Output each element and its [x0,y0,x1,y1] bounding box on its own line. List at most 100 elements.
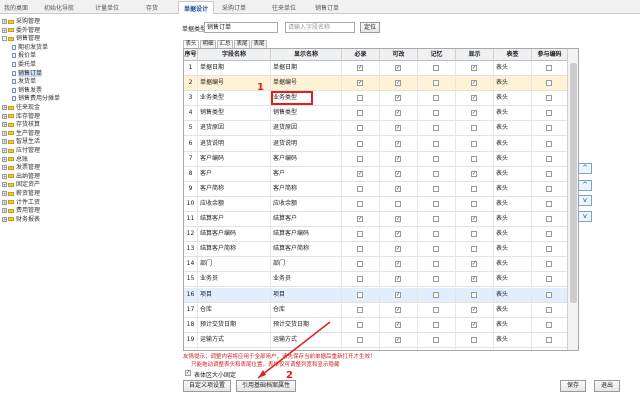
cell-display[interactable]: 客户编码 [271,151,342,166]
checkbox-edit[interactable]: ✓ [395,216,401,222]
tree-item[interactable]: 销售费用分摊单 [12,95,60,103]
checkbox-show[interactable] [471,200,477,207]
cell-display[interactable]: 业务员 [271,272,342,287]
tree-item[interactable]: + 薪资管理 [2,190,40,198]
table-row[interactable]: 12 结算客户编码 结算客户编码 ✓ 表头 [184,227,568,243]
tree-item[interactable]: 发货单 [12,78,36,86]
move-down-button[interactable]: v [578,195,592,206]
checkbox-code[interactable] [546,336,552,343]
checkbox-req[interactable] [357,231,363,238]
checkbox-code[interactable] [546,140,552,147]
tree-item[interactable]: 委托单 [12,61,36,69]
column-header[interactable]: 参与编码 [532,49,568,61]
cell-display[interactable]: 单据编号 [271,76,342,91]
top-tab-3[interactable]: 存货 [146,3,158,12]
cell-display[interactable]: 结算客户编码 [271,227,342,242]
table-row[interactable]: 20结算方式结算方式✓表头 [184,347,568,350]
top-tab-6[interactable]: 往来单位 [272,3,296,12]
expand-icon[interactable]: + [2,122,7,128]
checkbox-mem[interactable] [433,216,439,222]
cell-display[interactable]: 结算客户简称 [271,242,342,257]
checkbox-mem[interactable] [433,291,439,298]
tree-item[interactable]: + 发票管理 [2,164,40,172]
checkbox-mem[interactable] [433,110,439,117]
checkbox-show[interactable]: ✓ [471,306,477,313]
checkbox-edit[interactable]: ✓ [395,246,401,253]
tree-item[interactable]: - 销售管理 [2,35,40,43]
table-row[interactable]: 14 部门 部门 ✓ ✓ 表头 [184,257,568,273]
checkbox-mem[interactable] [433,80,439,87]
table-row[interactable]: 19 运输方式 运输方式 ✓ 表头 [184,332,568,348]
tree-item[interactable]: + 智慧生活 [2,138,40,146]
cell-display[interactable]: 仓库 [271,302,342,317]
checkbox-req[interactable] [357,321,363,328]
cell-display[interactable]: 销售类型 [271,106,342,121]
table-row[interactable]: 8 客户 客户 ✓ ✓ ✓ 表头 [184,166,568,182]
move-top-button[interactable]: ^ [578,163,592,174]
checkbox-show[interactable]: ✓ [471,276,477,283]
expand-icon[interactable]: + [2,165,7,171]
table-row[interactable]: 5 退货原因 退货原因 ✓ 表头 [184,121,568,137]
exit-button[interactable]: 退出 [594,380,620,392]
locate-button[interactable]: 定位 [360,22,380,33]
checkbox-edit[interactable] [395,200,401,207]
checkbox-edit[interactable]: ✓ [395,125,401,132]
checkbox-req[interactable] [357,110,363,117]
expand-icon[interactable]: + [2,208,7,214]
tree-item[interactable]: 报价单 [12,52,36,60]
checkbox-edit[interactable]: ✓ [395,261,401,268]
expand-icon[interactable]: + [2,139,7,145]
cell-display[interactable]: 部门 [271,257,342,272]
checkbox-edit[interactable]: ✓ [395,155,401,162]
tree-item[interactable]: + 出纳管理 [2,173,40,181]
checkbox-code[interactable] [546,216,552,222]
checkbox-edit[interactable]: ✓ [395,140,401,147]
checkbox-code[interactable] [546,261,552,268]
checkbox-code[interactable] [546,246,552,253]
checkbox-code[interactable] [546,185,552,192]
checkbox-code[interactable] [546,80,552,87]
checkbox-code[interactable] [546,155,552,162]
checkbox-req[interactable] [357,95,363,102]
table-row[interactable]: 2 单据编号 单据编号 ✓ ✓ ✓ 表头 [184,76,568,92]
expand-icon[interactable]: + [2,148,7,153]
cell-display[interactable]: 客户 [271,166,342,181]
checkbox-req[interactable] [357,306,363,313]
expand-icon[interactable]: + [2,216,7,222]
checkbox-show[interactable]: ✓ [471,65,477,71]
tree-item[interactable]: + 存货核算 [2,121,40,129]
top-tab-1[interactable]: 初始化导航 [44,3,74,12]
checkbox-mem[interactable] [433,261,439,268]
tree-item[interactable]: + 费用管理 [2,207,40,215]
cell-display[interactable]: 退货原因 [271,121,342,136]
expand-icon[interactable]: + [2,173,7,179]
cell-display[interactable]: 结算客户 [271,212,342,226]
save-button[interactable]: 保存 [560,380,586,392]
cell-display[interactable]: 运输方式 [271,332,342,347]
move-up-button[interactable]: ^ [578,180,592,191]
expand-icon[interactable]: + [2,191,7,196]
checkbox-code[interactable] [546,231,552,238]
checkbox-req[interactable] [357,261,363,268]
checkbox-req[interactable] [357,185,363,192]
checkbox-edit[interactable]: ✓ [395,306,401,313]
checkbox-mem[interactable] [433,125,439,132]
checkbox-mem[interactable] [433,140,439,147]
checkbox-show[interactable]: ✓ [471,110,477,117]
expand-icon[interactable]: + [2,199,7,205]
tree-item[interactable]: + 委外管理 [2,27,40,35]
checkbox-edit[interactable]: ✓ [395,95,401,102]
table-row[interactable]: 7 客户编码 客户编码 ✓ 表头 [184,151,568,167]
checkbox-edit[interactable]: ✓ [395,231,401,238]
checkbox-edit[interactable]: ✓ [395,321,401,328]
cell-display[interactable]: 应收余额 [271,196,342,211]
checkbox-code[interactable] [546,170,552,177]
table-row[interactable]: 9 客户简称 客户简称 ✓ 表头 [184,181,568,197]
field-search-input[interactable]: 请输入字段名称 [285,22,355,33]
checkbox-edit[interactable]: ✓ [395,291,401,298]
checkbox-edit[interactable]: ✓ [395,170,401,177]
table-row[interactable]: 17 仓库 仓库 ✓ ✓ 表头 [184,302,568,318]
tree-item[interactable]: + 采购管理 [2,18,40,26]
checkbox-edit[interactable]: ✓ [395,110,401,117]
table-row[interactable]: 13 结算客户简称 结算客户简称 ✓ 表头 [184,242,568,258]
